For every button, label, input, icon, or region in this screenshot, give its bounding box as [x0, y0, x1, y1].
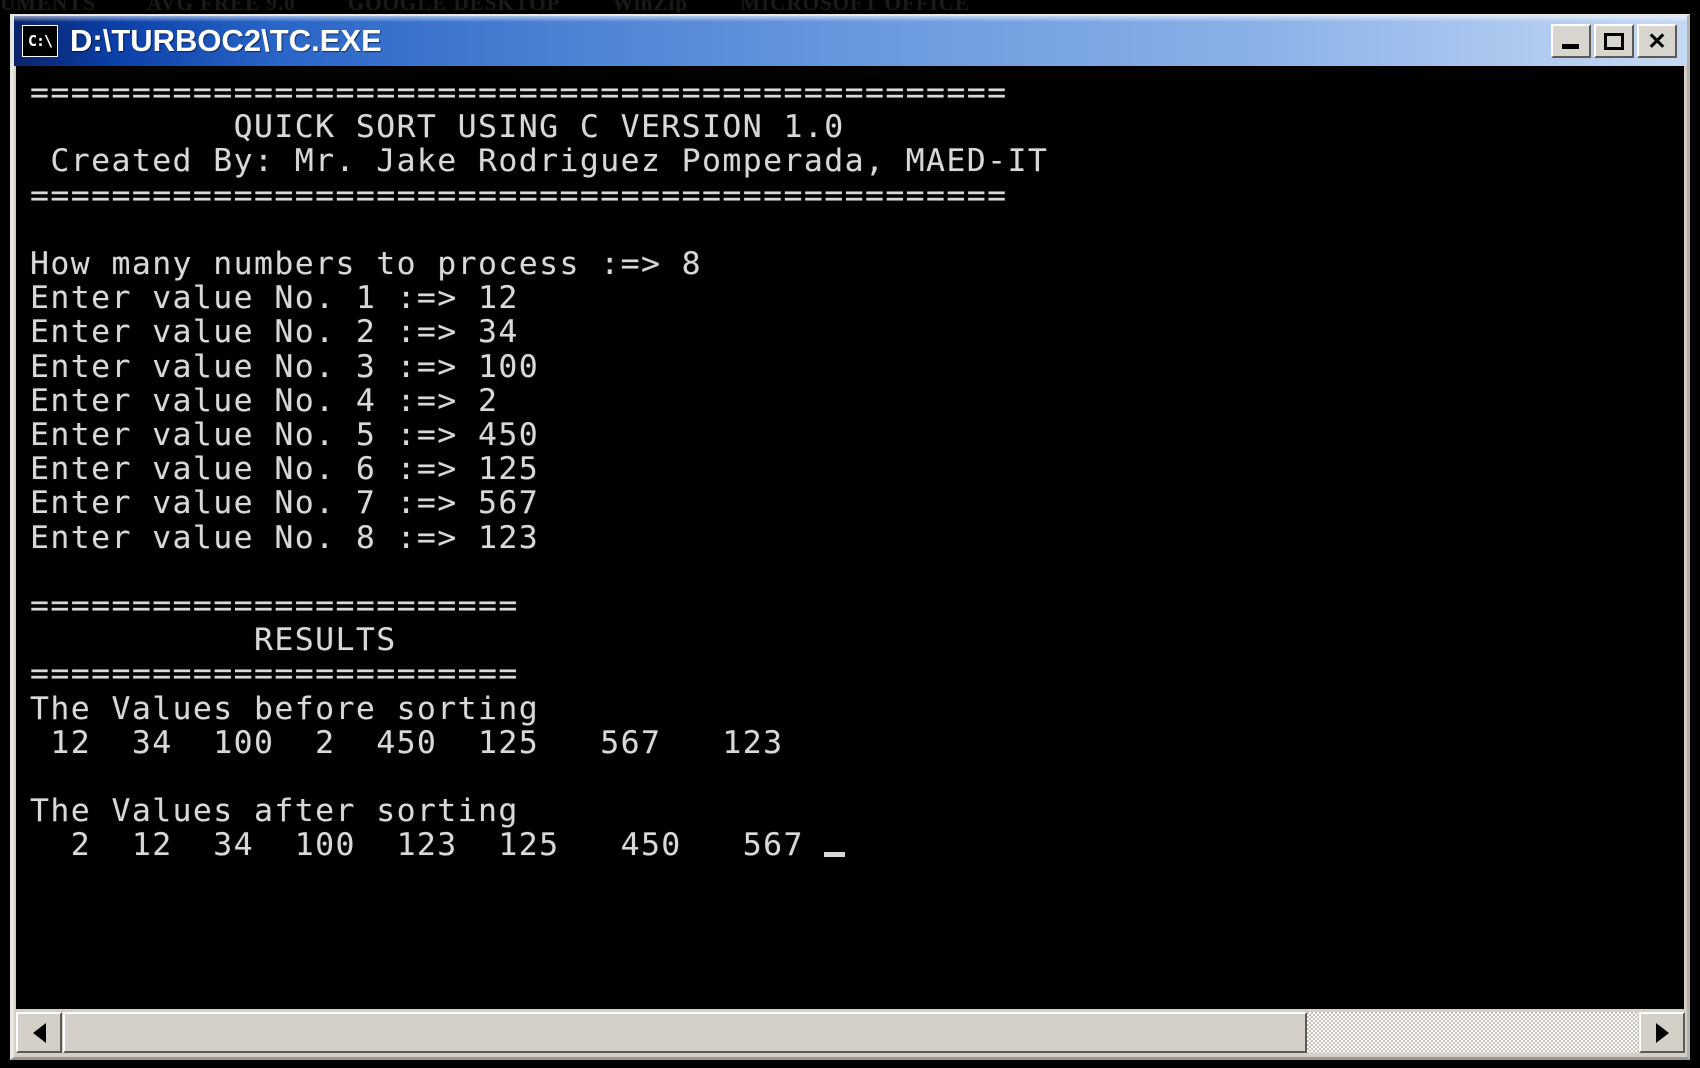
console-text: ======================== ================… [30, 76, 1684, 863]
before-sorting-label: The Values before sorting [30, 690, 540, 727]
close-icon: ✕ [1647, 27, 1667, 54]
author-line: Created By: Mr. Jake Rodriguez Pomperada… [30, 143, 1049, 180]
window-controls: ✕ [1551, 24, 1677, 58]
maximize-icon [1604, 32, 1624, 50]
input-line-7: Enter value No. 7 :=> 567 [30, 485, 540, 522]
after-sorting-label: The Values after sorting [30, 793, 519, 830]
bg-menu-item-4: MICROSOFT OFFICE [740, 0, 970, 13]
scrollbar-thumb[interactable] [63, 1012, 1307, 1053]
background-menu-strip: UMENTS AVG FREE 9.0 GOOGLE DESKTOP WinZi… [0, 0, 1700, 13]
scrollbar-track[interactable] [63, 1012, 1638, 1053]
minimize-icon [1562, 44, 1579, 49]
desktop-background: UMENTS AVG FREE 9.0 GOOGLE DESKTOP WinZi… [0, 0, 1700, 1068]
results-heading: RESULTS [30, 622, 397, 659]
input-line-4: Enter value No. 4 :=> 2 [30, 382, 499, 419]
bg-menu-item-0: UMENTS [0, 0, 96, 13]
after-sorting-values: 2 12 34 100 123 125 450 567 [30, 827, 825, 864]
arrow-right-icon [1655, 1022, 1669, 1043]
maximize-button[interactable] [1594, 24, 1634, 58]
input-line-3: Enter value No. 3 :=> 100 [30, 348, 540, 385]
count-prompt-line: How many numbers to process :=> 8 [30, 246, 703, 283]
horizontal-scrollbar[interactable] [14, 1009, 1687, 1057]
input-line-6: Enter value No. 6 :=> 125 [30, 451, 540, 488]
separator-line-header: ========================================… [30, 177, 1008, 214]
before-sorting-values: 12 34 100 2 450 125 567 123 [30, 724, 784, 761]
scroll-right-button[interactable] [1639, 1012, 1685, 1053]
title-bar[interactable]: C:\ D:\TURBOC2\TC.EXE ✕ [14, 16, 1687, 66]
text-cursor [824, 852, 846, 858]
separator-line-top: ========================================… [30, 75, 1008, 111]
scroll-left-button[interactable] [16, 1012, 62, 1053]
input-line-1: Enter value No. 1 :=> 12 [30, 280, 519, 317]
program-title-line: QUICK SORT USING C VERSION 1.0 [30, 109, 845, 146]
results-separator-top: ======================== [30, 588, 519, 625]
close-button[interactable]: ✕ [1637, 24, 1677, 58]
window-title: D:\TURBOC2\TC.EXE [70, 23, 382, 58]
console-window: C:\ D:\TURBOC2\TC.EXE ✕ ================… [10, 14, 1690, 1060]
input-line-2: Enter value No. 2 :=> 34 [30, 314, 519, 351]
input-line-8: Enter value No. 8 :=> 123 [30, 519, 540, 556]
console-output-area[interactable]: ======================== ================… [16, 66, 1684, 1009]
minimize-button[interactable] [1551, 24, 1591, 58]
bg-menu-item-3: WinZip [612, 0, 689, 13]
arrow-left-icon [32, 1022, 46, 1043]
console-icon: C:\ [22, 25, 58, 57]
bg-menu-item-1: AVG FREE 9.0 [146, 0, 296, 13]
results-separator-bottom: ======================== [30, 656, 519, 693]
bg-menu-item-2: GOOGLE DESKTOP [347, 0, 561, 13]
input-line-5: Enter value No. 5 :=> 450 [30, 417, 540, 454]
